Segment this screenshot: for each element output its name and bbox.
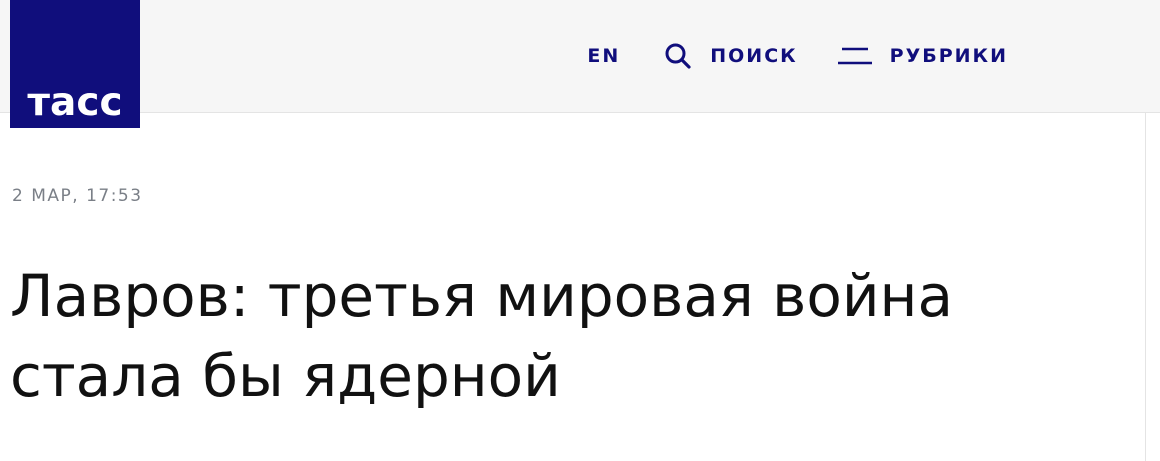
tass-logo[interactable]: тасс [10, 0, 140, 128]
language-label: EN [587, 45, 621, 67]
article-date: 2 МАР, 17:53 [12, 186, 143, 206]
header-nav: EN ПОИСК РУБРИКИ [587, 36, 1008, 76]
site-header: тасс EN ПОИСК РУБРИКИ [0, 0, 1160, 128]
search-button[interactable]: ПОИСК [664, 42, 797, 70]
rubrics-label: РУБРИКИ [889, 45, 1008, 67]
search-icon [664, 42, 692, 70]
search-label: ПОИСК [710, 45, 798, 67]
language-switch-en[interactable]: EN [587, 45, 620, 67]
menu-icon [837, 46, 872, 66]
rubrics-menu-button[interactable]: РУБРИКИ [837, 45, 1008, 67]
content-border [1145, 112, 1146, 461]
logo-text: тасс [27, 80, 123, 125]
article-headline: Лавров: третья мировая война стала бы яд… [10, 262, 954, 410]
